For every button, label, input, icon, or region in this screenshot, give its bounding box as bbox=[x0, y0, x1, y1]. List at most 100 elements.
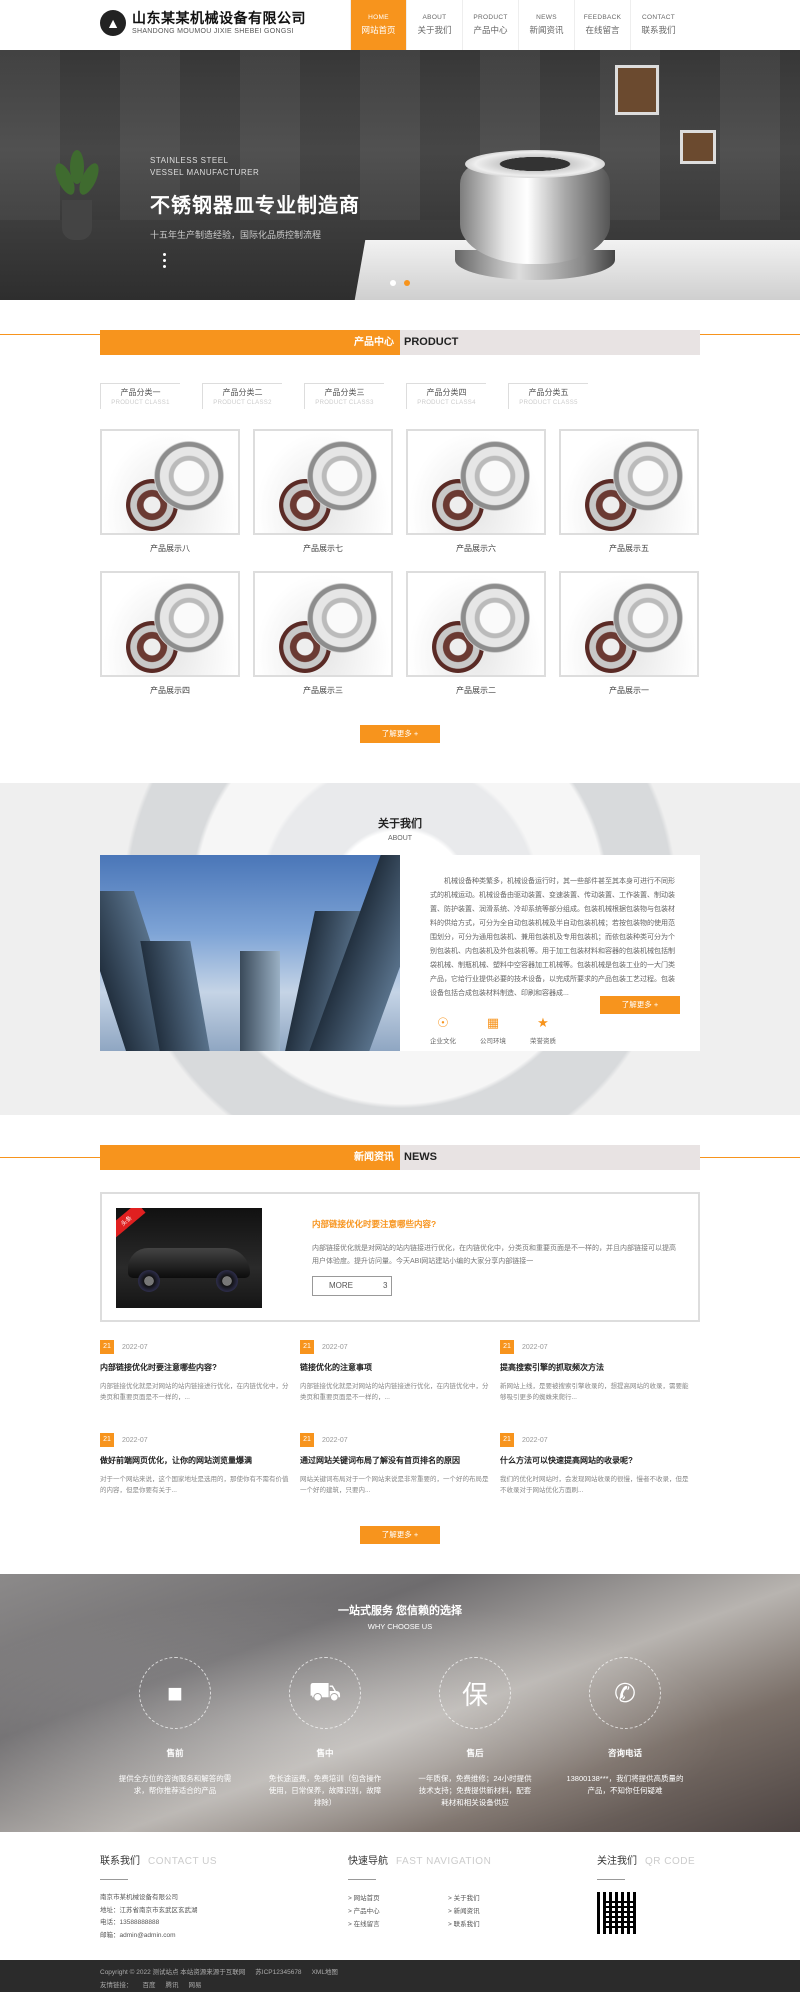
about-more-button[interactable]: 了解更多 + bbox=[600, 996, 680, 1014]
sitemap-link[interactable]: XML地图 bbox=[312, 1969, 338, 1976]
product-card[interactable]: 产品展示六 bbox=[406, 429, 546, 571]
contact-info: 南京市某机械设备有限公司 地址：江苏省南京市玄武区玄武湖 电话：13588888… bbox=[100, 1892, 217, 1942]
footer-contact-heading: 联系我们 CONTACT US bbox=[100, 1852, 217, 1867]
icp-link[interactable]: 苏ICP12345678 bbox=[255, 1969, 301, 1976]
product-name[interactable]: 产品展示三 bbox=[253, 685, 393, 696]
category-tab[interactable]: 产品分类三 PRODUCT CLASS3 bbox=[304, 383, 384, 409]
about-card: 机械设备种类繁多，机械设备运行时，其一些部件甚至其本身可进行不同形式的机械运动。… bbox=[100, 855, 700, 1051]
phone: 电话：13588888888 bbox=[100, 1919, 160, 1926]
nav-home[interactable]: HOME 网站首页 bbox=[350, 0, 406, 50]
news-item[interactable]: 21 2022-07 什么方法可以快速提高网站的收录呢? 我们的优化时网站时，会发现网… bbox=[500, 1433, 700, 1496]
icon-label: 企业文化 bbox=[430, 1038, 456, 1045]
friend-link[interactable]: 网易 bbox=[189, 1982, 202, 1989]
nav-contact[interactable]: CONTACT 联系我们 bbox=[630, 0, 686, 50]
news-desc: 新网站上线，是要被搜索引擎收录的，想提高网站的收录，需要能够吸引更多的蜘蛛来爬行… bbox=[500, 1383, 689, 1401]
category-label: 产品分类四 bbox=[426, 388, 467, 397]
product-card[interactable]: 产品展示五 bbox=[559, 429, 699, 571]
product-card[interactable]: 产品展示二 bbox=[406, 571, 546, 713]
bearing-image bbox=[406, 571, 546, 677]
environment-link[interactable]: ▦ 公司环境 bbox=[480, 1015, 506, 1045]
banner-en-line1: STAINLESS STEEL bbox=[150, 156, 229, 165]
friend-link[interactable]: 百度 bbox=[143, 1982, 156, 1989]
product-card[interactable]: 产品展示八 bbox=[100, 429, 240, 571]
news-date: 2022-07 bbox=[522, 1436, 548, 1444]
slider-pagination bbox=[390, 280, 410, 286]
footer-link[interactable]: > 网站首页 bbox=[348, 1892, 448, 1905]
coffee-picture-frame bbox=[615, 65, 659, 115]
news-item[interactable]: 21 2022-07 链接优化的注意事项 内部链接优化就是对网站的站内链接进行优化，在… bbox=[300, 1340, 500, 1403]
news-desc: 我们的优化时网站时，会发现网站收录的很慢，慢者不收录，但是不收录对于网站优化方面… bbox=[500, 1476, 689, 1494]
featured-news-title[interactable]: 内部链接优化时要注意哪些内容? bbox=[312, 1218, 682, 1230]
banner-dots-decoration bbox=[163, 253, 166, 271]
culture-link[interactable]: ☉ 企业文化 bbox=[430, 1015, 456, 1045]
nav-label-cn: 关于我们 bbox=[417, 25, 452, 35]
slide-dot-active[interactable] bbox=[404, 280, 410, 286]
sports-car-image: 头条 bbox=[116, 1208, 262, 1308]
product-name[interactable]: 产品展示七 bbox=[253, 543, 393, 554]
news-item[interactable]: 21 2022-07 通过网站关键词布局了解没有首页排名的原因 网站关键词布局对于一个… bbox=[300, 1433, 500, 1496]
news-day: 21 bbox=[500, 1433, 514, 1447]
category-tab[interactable]: 产品分类四 PRODUCT CLASS4 bbox=[406, 383, 486, 409]
product-card[interactable]: 产品展示一 bbox=[559, 571, 699, 713]
news-title[interactable]: 链接优化的注意事项 bbox=[300, 1362, 500, 1373]
footer-link[interactable]: > 联系我们 bbox=[448, 1918, 528, 1931]
company-name: 南京市某机械设备有限公司 bbox=[100, 1894, 178, 1901]
news-title[interactable]: 提高搜索引擎的抓取频次方法 bbox=[500, 1362, 700, 1373]
footer-link[interactable]: > 在线留言 bbox=[348, 1918, 448, 1931]
product-card[interactable]: 产品展示三 bbox=[253, 571, 393, 713]
category-tab[interactable]: 产品分类五 PRODUCT CLASS5 bbox=[508, 383, 588, 409]
news-desc: 内部链接优化就是对网站的站内链接进行优化，在内链优化中，分类页和重要页面是不一样… bbox=[300, 1383, 489, 1401]
product-name[interactable]: 产品展示四 bbox=[100, 685, 240, 696]
nav-product[interactable]: PRODUCT 产品中心 bbox=[462, 0, 518, 50]
featured-more-button[interactable]: MORE 3 bbox=[312, 1276, 392, 1296]
truck-icon: ⛟ bbox=[289, 1657, 361, 1729]
nav-label-en: HOME bbox=[368, 14, 389, 21]
news-title[interactable]: 做好前端网页优化，让你的网站浏览量爆满 bbox=[100, 1455, 300, 1466]
nav-feedback[interactable]: FEEDBACK 在线留言 bbox=[574, 0, 630, 50]
slide-dot[interactable] bbox=[390, 280, 396, 286]
product-name[interactable]: 产品展示六 bbox=[406, 543, 546, 554]
news-section: 新闻资讯 NEWS 头条 内部链接优化时要注意哪些内容? 内部链接优化就是对网站… bbox=[0, 1115, 800, 1544]
bearing-image bbox=[253, 429, 393, 535]
news-title[interactable]: 通过网站关键词布局了解没有首页排名的原因 bbox=[300, 1455, 500, 1466]
address: 地址：江苏省南京市玄武区玄武湖 bbox=[100, 1906, 198, 1914]
category-tab[interactable]: 产品分类二 PRODUCT CLASS2 bbox=[202, 383, 282, 409]
products-more-button[interactable]: 了解更多 + bbox=[360, 725, 440, 743]
product-card[interactable]: 产品展示七 bbox=[253, 429, 393, 571]
quick-links: > 网站首页 > 关于我们 > 产品中心 > 新闻资讯 > 在线留言 > 联系我… bbox=[348, 1892, 528, 1931]
heading-cn: 快速导航 bbox=[348, 1856, 388, 1867]
news-day: 21 bbox=[100, 1433, 114, 1447]
product-card[interactable]: 产品展示四 bbox=[100, 571, 240, 713]
news-day: 21 bbox=[100, 1340, 114, 1354]
service-phone: ✆ 咨询电话 13800138***，我们将提供高质量的产品，不知你任何疑难 bbox=[550, 1657, 700, 1809]
nav-news[interactable]: NEWS 新闻资讯 bbox=[518, 0, 574, 50]
product-name[interactable]: 产品展示二 bbox=[406, 685, 546, 696]
product-name[interactable]: 产品展示五 bbox=[559, 543, 699, 554]
product-name[interactable]: 产品展示一 bbox=[559, 685, 699, 696]
nav-label-en: ABOUT bbox=[422, 14, 447, 21]
logo-title: 山东某某机械设备有限公司 bbox=[132, 10, 306, 26]
news-title[interactable]: 什么方法可以快速提高网站的收录呢? bbox=[500, 1455, 700, 1466]
why-choose-us-section: 一站式服务 您信赖的选择 WHY CHOOSE US ■ 售前 提供全方位的咨询服务… bbox=[0, 1574, 800, 1832]
logo[interactable]: ▲ 山东某某机械设备有限公司 SHANDONG MOUMOU JIXIE SHE… bbox=[100, 10, 306, 36]
product-grid: 产品展示八 产品展示七 产品展示六 产品展示五产品展示四 产品展示三 产品展示二 产品展示一 bbox=[100, 429, 700, 713]
icon-label: 公司环境 bbox=[480, 1038, 506, 1045]
category-tab[interactable]: 产品分类一 PRODUCT CLASS1 bbox=[100, 383, 180, 409]
friend-link[interactable]: 腾讯 bbox=[166, 1982, 179, 1989]
footer-link[interactable]: > 新闻资讯 bbox=[448, 1905, 528, 1918]
news-more-button[interactable]: 了解更多 + bbox=[360, 1526, 440, 1544]
news-item[interactable]: 21 2022-07 做好前端网页优化，让你的网站浏览量爆满 对于一个网站来说，这个国… bbox=[100, 1433, 300, 1496]
news-title[interactable]: 内部链接优化时要注意哪些内容? bbox=[100, 1362, 300, 1373]
footer-link[interactable]: > 产品中心 bbox=[348, 1905, 448, 1918]
news-item[interactable]: 21 2022-07 提高搜索引擎的抓取频次方法 新网站上线，是要被搜索引擎收录的，想… bbox=[500, 1340, 700, 1403]
featured-news[interactable]: 头条 内部链接优化时要注意哪些内容? 内部链接优化就是对网站的站内链接进行优化，… bbox=[100, 1192, 700, 1322]
news-item[interactable]: 21 2022-07 内部链接优化时要注意哪些内容? 内部链接优化就是对网站的站内链接… bbox=[100, 1340, 300, 1403]
honor-link[interactable]: ★ 荣誉资质 bbox=[530, 1015, 556, 1045]
product-name[interactable]: 产品展示八 bbox=[100, 543, 240, 554]
category-label-en: PRODUCT CLASS1 bbox=[111, 400, 170, 406]
nav-label-cn: 在线留言 bbox=[585, 25, 620, 35]
footer-link[interactable]: > 关于我们 bbox=[448, 1892, 528, 1905]
banner-en-line2: VESSEL MANUFACTURER bbox=[150, 168, 260, 177]
building-icon: ▦ bbox=[486, 1015, 500, 1030]
nav-about[interactable]: ABOUT 关于我们 bbox=[406, 0, 462, 50]
